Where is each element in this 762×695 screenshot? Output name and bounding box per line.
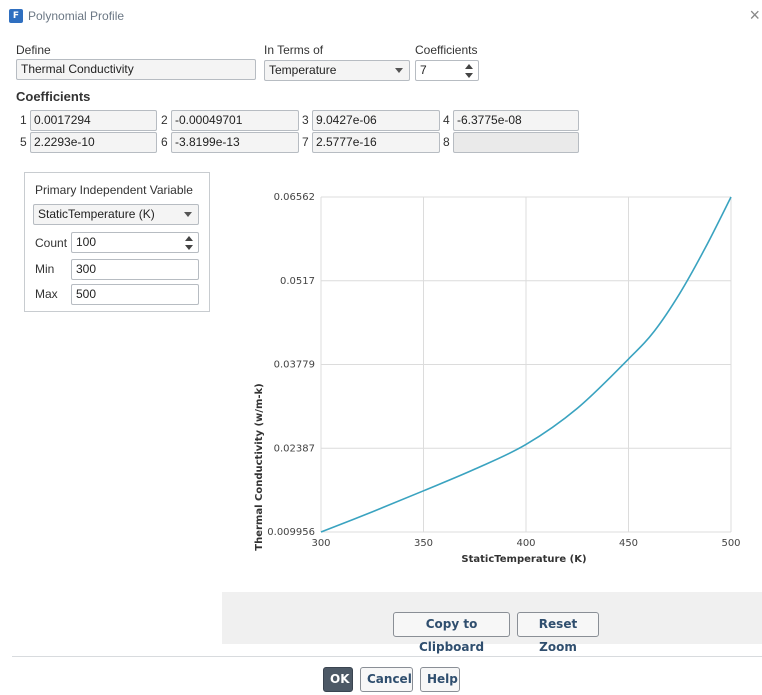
in-terms-of-value: Temperature (269, 63, 337, 77)
count-stepper[interactable]: 100 (71, 232, 199, 253)
app-icon: F (9, 9, 23, 23)
coef-field-8[interactable] (453, 132, 579, 153)
coef-field-3[interactable]: 9.0427e-06 (312, 110, 440, 131)
count-value: 100 (76, 235, 97, 249)
min-field[interactable]: 300 (71, 259, 199, 280)
min-label: Min (35, 262, 55, 276)
cancel-button[interactable]: Cancel (360, 667, 413, 692)
x-axis-label: StaticTemperature (K) (461, 554, 586, 565)
coef-field-2[interactable]: -0.00049701 (171, 110, 299, 131)
coef-number: 2 (161, 113, 168, 127)
y-tick-label: 0.02387 (274, 443, 315, 454)
copy-to-clipboard-button[interactable]: Copy to Clipboard (393, 612, 510, 654)
y-tick-label: 0.0517 (280, 276, 315, 287)
coef-number: 3 (302, 113, 309, 127)
primary-variable-panel: Primary Independent Variable StaticTempe… (24, 172, 210, 312)
coef-number: 8 (443, 135, 450, 149)
title-bar: F Polynomial Profile × (0, 0, 762, 28)
coef-number: 5 (20, 135, 27, 149)
in-terms-of-dropdown[interactable]: Temperature (264, 60, 410, 81)
x-tick-label: 450 (619, 538, 638, 549)
coef-number: 6 (161, 135, 168, 149)
coef-field-4[interactable]: -6.3775e-08 (453, 110, 579, 131)
y-tick-label: 0.009956 (267, 527, 315, 538)
count-label: Count (35, 236, 68, 250)
x-tick-label: 500 (721, 538, 740, 549)
y-tick-label: 0.03779 (274, 359, 315, 370)
in-terms-of-label: In Terms of (264, 43, 324, 57)
coefficients-count-stepper[interactable]: 7 (415, 60, 479, 81)
x-tick-label: 350 (414, 538, 433, 549)
max-label: Max (35, 287, 58, 301)
coefficients-count-label: Coefficients (415, 43, 478, 57)
window-title: Polynomial Profile (28, 9, 125, 23)
chevron-down-icon (184, 212, 192, 217)
stepper-arrows-icon[interactable] (465, 64, 474, 78)
coef-number: 4 (443, 113, 450, 127)
max-field[interactable]: 500 (71, 284, 199, 305)
reset-zoom-button[interactable]: Reset Zoom (517, 612, 599, 654)
coef-field-6[interactable]: -3.8199e-13 (171, 132, 299, 153)
help-button[interactable]: Help (420, 667, 460, 692)
coef-number: 7 (302, 135, 309, 149)
coef-field-1[interactable]: 0.0017294 (30, 110, 157, 131)
close-icon[interactable]: × (749, 6, 760, 24)
thermal-conductivity-chart[interactable]: 0.009956 0.02387 0.03779 0.0517 0.06562 300 3… (222, 162, 762, 592)
define-label: Define (16, 43, 51, 57)
primary-variable-label: Primary Independent Variable (35, 183, 193, 197)
y-tick-label: 0.06562 (274, 192, 315, 203)
coef-field-5[interactable]: 2.2293e-10 (30, 132, 157, 153)
coefficients-count-value: 7 (420, 63, 427, 77)
x-tick-label: 400 (516, 538, 535, 549)
stepper-arrows-icon[interactable] (185, 236, 194, 250)
define-field[interactable]: Thermal Conductivity (16, 59, 256, 80)
coef-field-7[interactable]: 2.5777e-16 (312, 132, 440, 153)
coefficients-heading: Coefficients (16, 89, 91, 104)
primary-variable-value: StaticTemperature (K) (38, 207, 155, 221)
coef-number: 1 (20, 113, 27, 127)
divider (12, 656, 762, 657)
chevron-down-icon (395, 68, 403, 73)
x-tick-label: 300 (311, 538, 330, 549)
primary-variable-dropdown[interactable]: StaticTemperature (K) (33, 204, 199, 225)
ok-button[interactable]: OK (323, 667, 353, 692)
y-axis-label: Thermal Conductivity (w/m-k) (254, 383, 265, 550)
